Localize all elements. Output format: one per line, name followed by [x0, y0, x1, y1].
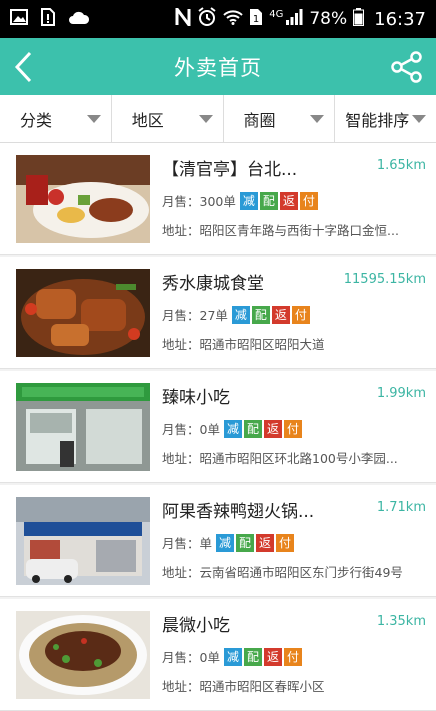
- discount-badge: 减: [231, 305, 250, 324]
- delivery-badge: 配: [259, 191, 278, 210]
- delivery-badge: 配: [243, 647, 262, 666]
- nfc-icon: [175, 4, 191, 31]
- restaurant-item[interactable]: 秀水康城食堂 11595.15km 月售：27单 减 配 返 付 地址：昭通市昭…: [0, 257, 436, 369]
- restaurant-name: 晨微小吃: [162, 616, 230, 636]
- payment-badge: 付: [283, 647, 302, 666]
- dropdown-arrow-icon: [198, 114, 213, 123]
- restaurant-thumbnail: [16, 611, 150, 699]
- dropdown-arrow-icon: [310, 114, 325, 123]
- sales-text: 月售：单: [162, 536, 213, 551]
- payment-badge: 付: [299, 191, 318, 210]
- restaurant-name: 臻味小吃: [162, 388, 230, 408]
- status-bar-right: 1 4G 78% 16:37: [175, 4, 426, 32]
- sim-alert-icon: [40, 8, 56, 30]
- filter-label: 地区: [131, 110, 164, 130]
- filter-sort[interactable]: 智能排序: [335, 95, 436, 142]
- restaurant-thumbnail: [16, 269, 150, 357]
- sales-text: 月售：0单: [162, 650, 220, 665]
- filter-region[interactable]: 地区: [112, 95, 224, 142]
- network-type: 4G: [269, 8, 284, 20]
- back-arrow-icon: [14, 51, 32, 83]
- dropdown-arrow-icon: [412, 114, 426, 123]
- rebate-badge: 返: [256, 533, 275, 552]
- image-icon: [10, 9, 28, 29]
- rebate-badge: 返: [263, 419, 282, 438]
- sales-text: 月售：27单: [162, 308, 228, 323]
- restaurant-address: 地址：昭通市昭阳区昭阳大道: [162, 337, 325, 352]
- restaurant-address: 地址：昭通市昭阳区春晖小区: [162, 679, 325, 694]
- restaurant-address: 地址：云南省昭通市昭阳区东门步行街49号: [162, 565, 403, 580]
- filter-label: 商圈: [243, 110, 276, 130]
- rebate-badge: 返: [263, 647, 282, 666]
- back-button[interactable]: [10, 50, 40, 84]
- cloud-icon: [68, 10, 90, 29]
- wifi-icon: [223, 9, 243, 30]
- restaurant-item[interactable]: 阿果香辣鸭翅火锅... 1.71km 月售：单 减 配 返 付 地址：云南省昭通…: [0, 485, 436, 597]
- signal-icon: [285, 8, 303, 30]
- restaurant-address: 地址：昭阳区青年路与西街十字路口金恒...: [162, 223, 399, 238]
- clock: 16:37: [374, 8, 426, 30]
- dropdown-arrow-icon: [86, 114, 101, 123]
- payment-badge: 付: [291, 305, 310, 324]
- restaurant-sales: 月售：0单 减 配 返 付: [162, 419, 302, 438]
- battery-percent: 78%: [309, 9, 348, 29]
- promo-badges: 减 配 返 付: [216, 533, 295, 552]
- filter-bar: 分类 地区 商圈 智能排序: [0, 95, 436, 143]
- restaurant-thumbnail: [16, 383, 150, 471]
- discount-badge: 减: [223, 647, 242, 666]
- filter-category[interactable]: 分类: [0, 95, 112, 142]
- restaurant-distance: 1.71km: [376, 500, 426, 515]
- delivery-badge: 配: [236, 533, 255, 552]
- share-button[interactable]: [390, 50, 424, 84]
- restaurant-address: 地址：昭通市昭阳区环北路100号小李园...: [162, 451, 398, 466]
- vibrate-icon: [197, 6, 217, 32]
- filter-label: 智能排序: [345, 110, 410, 130]
- restaurant-distance: 1.65km: [376, 158, 426, 173]
- promo-badges: 减 配 返 付: [231, 305, 310, 324]
- discount-badge: 减: [223, 419, 242, 438]
- discount-badge: 减: [216, 533, 235, 552]
- restaurant-sales: 月售：0单 减 配 返 付: [162, 647, 302, 666]
- filter-label: 分类: [20, 110, 53, 130]
- sim-1-icon: 1: [249, 8, 263, 31]
- restaurant-item[interactable]: 臻味小吃 1.99km 月售：0单 减 配 返 付 地址：昭通市昭阳区环北路10…: [0, 371, 436, 483]
- restaurant-name: 【清官亭】台北...: [162, 160, 298, 180]
- sales-text: 月售：300单: [162, 194, 236, 209]
- share-icon: [391, 51, 422, 83]
- status-bar: 1 4G 78% 16:37: [0, 0, 436, 38]
- restaurant-distance: 11595.15km: [343, 272, 426, 287]
- promo-badges: 减 配 返 付: [223, 647, 302, 666]
- restaurant-item[interactable]: 晨微小吃 1.35km 月售：0单 减 配 返 付 地址：昭通市昭阳区春晖小区: [0, 599, 436, 711]
- page-title: 外卖首页: [174, 55, 262, 80]
- delivery-badge: 配: [251, 305, 270, 324]
- restaurant-item[interactable]: 【清官亭】台北... 1.65km 月售：300单 减 配 返 付 地址：昭阳区…: [0, 143, 436, 255]
- discount-badge: 减: [239, 191, 258, 210]
- restaurant-sales: 月售：300单 减 配 返 付: [162, 191, 318, 210]
- sales-text: 月售：0单: [162, 422, 220, 437]
- restaurant-name: 阿果香辣鸭翅火锅...: [162, 502, 315, 522]
- restaurant-thumbnail: [16, 497, 150, 585]
- payment-badge: 付: [276, 533, 295, 552]
- rebate-badge: 返: [279, 191, 298, 210]
- svg-text:1: 1: [253, 14, 259, 25]
- rebate-badge: 返: [271, 305, 290, 324]
- restaurant-distance: 1.35km: [376, 614, 426, 629]
- restaurant-name: 秀水康城食堂: [162, 274, 264, 294]
- delivery-badge: 配: [243, 419, 262, 438]
- restaurant-sales: 月售：单 减 配 返 付: [162, 533, 295, 552]
- status-bar-left: [10, 8, 90, 30]
- promo-badges: 减 配 返 付: [223, 419, 302, 438]
- promo-badges: 减 配 返 付: [239, 191, 318, 210]
- restaurant-thumbnail: [16, 155, 150, 243]
- battery-icon: [353, 7, 365, 31]
- restaurant-sales: 月售：27单 减 配 返 付: [162, 305, 310, 324]
- restaurant-distance: 1.99km: [376, 386, 426, 401]
- app-header: 外卖首页: [0, 38, 436, 95]
- payment-badge: 付: [283, 419, 302, 438]
- filter-business-area[interactable]: 商圈: [224, 95, 336, 142]
